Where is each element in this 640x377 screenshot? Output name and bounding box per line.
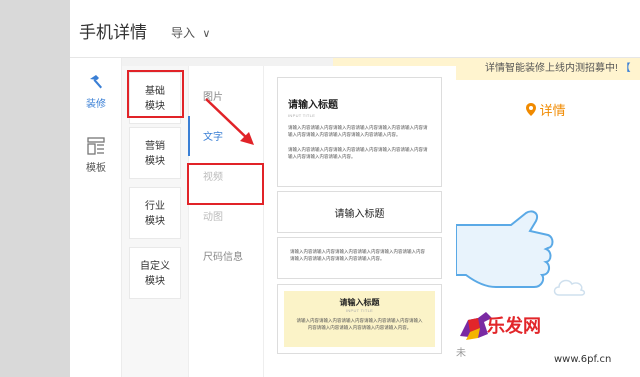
detail-label: 详情 — [539, 103, 566, 118]
text-templates: 请输入标题 INPUT TITLE 请输入内容请输入内容请输入内容请输入内容请输… — [263, 66, 456, 377]
category-industry[interactable]: 行业 模块 — [129, 187, 181, 239]
nav-item-template[interactable]: 模板 — [70, 136, 122, 174]
nav-item-decorate[interactable]: 装修 — [70, 72, 122, 110]
template-1-heading: 请输入标题 — [288, 100, 338, 111]
notice-link[interactable]: 【 — [621, 63, 631, 74]
annotation-arrow — [205, 98, 254, 145]
template-card-4[interactable]: 请输入标题 INPUT TITLE 请输入内容请输入内容请输入内容请输入内容请输… — [277, 284, 442, 354]
template-card-3[interactable]: 请输入内容请输入内容请输入内容请输入内容请输入内容请输入内容请输入内容请输入内容… — [277, 237, 442, 279]
location-pin-icon — [526, 103, 536, 116]
category-custom-line1: 自定义 — [140, 261, 170, 272]
template-3-body: 请输入内容请输入内容请输入内容请输入内容请输入内容请输入内容请输入内容请输入内容… — [290, 249, 425, 261]
annotation-box-basic-module — [127, 70, 184, 118]
template-card-2[interactable]: 请输入标题 — [277, 191, 442, 233]
preview-hint-text: 未 — [456, 348, 466, 359]
template-card-1[interactable]: 请输入标题 INPUT TITLE 请输入内容请输入内容请输入内容请输入内容请输… — [277, 77, 442, 187]
template-4-heading: 请输入标题 — [339, 298, 380, 307]
nav-label-decorate: 装修 — [86, 99, 106, 110]
type-gif[interactable]: 动图 — [203, 208, 223, 223]
nav-label-template: 模板 — [86, 163, 106, 174]
type-selected-indicator — [188, 116, 190, 156]
template-2-heading: 请输入标题 — [334, 209, 385, 220]
hammer-icon — [90, 75, 102, 89]
template-4-highlight: 请输入标题 INPUT TITLE 请输入内容请输入内容请输入内容请输入内容请输… — [284, 291, 435, 347]
side-nav: 装修 模板 — [70, 58, 122, 377]
category-industry-line1: 行业 — [145, 201, 165, 212]
import-label: 导入 — [171, 26, 196, 40]
type-size-info[interactable]: 尺码信息 — [203, 248, 243, 263]
category-custom[interactable]: 自定义 模块 — [129, 247, 181, 299]
category-marketing-line2: 模块 — [145, 156, 165, 167]
watermark-url: www.6pf.cn — [554, 354, 612, 365]
left-gutter — [0, 0, 70, 377]
watermark-logo-text: 乐发网 — [487, 316, 541, 337]
category-marketing-line1: 营销 — [145, 141, 165, 152]
category-industry-line2: 模块 — [145, 216, 165, 227]
page-title: 手机详情 — [79, 23, 147, 42]
top-bar: 手机详情 导入 ∨ — [70, 0, 640, 58]
template-1-sub: INPUT TITLE — [288, 113, 316, 118]
category-marketing[interactable]: 营销 模块 — [129, 127, 181, 179]
template-1-para2: 请输入内容请输入内容请输入内容请输入内容请输入内容请输入内容请输入内容请输入内容… — [288, 147, 428, 159]
notice-text: 详情智能装修上线内测招募中! — [485, 63, 618, 74]
import-dropdown[interactable]: 导入 ∨ — [171, 24, 210, 41]
annotation-box-video — [187, 163, 264, 205]
preview-detail-title: 详情 — [526, 100, 566, 119]
chevron-down-icon: ∨ — [202, 28, 211, 40]
category-custom-line2: 模块 — [145, 276, 165, 287]
pointing-hand-icon — [456, 210, 554, 288]
cloud-icon — [553, 279, 586, 296]
template-1-para1: 请输入内容请输入内容请输入内容请输入内容请输入内容请输入内容请输入内容请输入内容… — [288, 125, 428, 137]
template-4-sub: INPUT TITLE — [345, 308, 374, 313]
template-icon — [87, 137, 105, 155]
template-4-body: 请输入内容请输入内容请输入内容请输入内容请输入内容请输入内容请输入内容请输入内容… — [296, 318, 423, 330]
